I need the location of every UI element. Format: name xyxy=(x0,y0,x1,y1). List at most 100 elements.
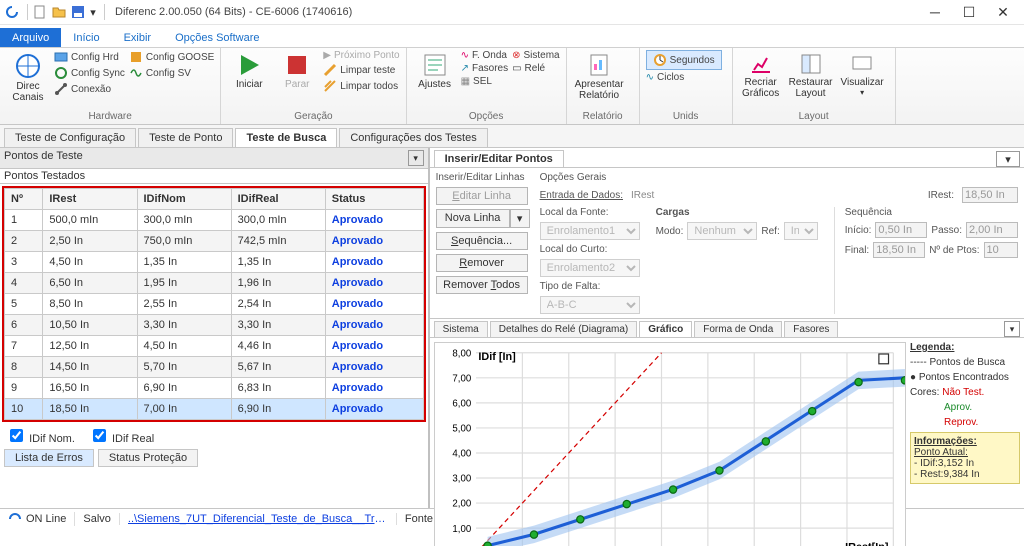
maximize-button[interactable]: ☐ xyxy=(952,0,986,24)
tab-status-protecao[interactable]: Status Proteção xyxy=(98,449,198,467)
menu-opcoes[interactable]: Opções Software xyxy=(163,28,271,47)
svg-text:IRest[In]: IRest[In] xyxy=(845,542,889,546)
sequencia-button[interactable]: Sequência... xyxy=(436,232,528,250)
ciclos-button[interactable]: ∿Ciclos xyxy=(646,72,722,83)
section-linhas: Inserir/Editar Linhas xyxy=(436,172,528,183)
config-hrd[interactable]: Config Hrd xyxy=(54,50,125,64)
table-row[interactable]: 22,50 In750,0 mIn742,5 mInAprovado xyxy=(5,231,424,252)
parar-button[interactable]: Parar xyxy=(275,50,319,92)
apresentar-relatorio[interactable]: Apresentar Relatório xyxy=(573,50,626,103)
table-row[interactable]: 916,50 In6,90 In6,83 InAprovado xyxy=(5,378,424,399)
status-salvo: Salvo xyxy=(75,513,120,525)
table-row[interactable]: 1500,0 mIn300,0 mIn300,0 mInAprovado xyxy=(5,210,424,231)
gtab-detalhes[interactable]: Detalhes do Relé (Diagrama) xyxy=(490,321,638,337)
table-row[interactable]: 1018,50 In7,00 In6,90 InAprovado xyxy=(5,399,424,420)
visualizar[interactable]: Visualizar▾ xyxy=(839,50,886,99)
status-path[interactable]: ..\Siemens_7UT_Diferencial_Teste_de_Busc… xyxy=(120,513,397,525)
editar-linha-button: EEditar Linhaditar Linha xyxy=(436,187,528,205)
menu-inicio[interactable]: Início xyxy=(61,28,111,47)
close-button[interactable]: ✕ xyxy=(986,0,1020,24)
col-idifnom[interactable]: IDifNom xyxy=(137,189,231,210)
table-row[interactable]: 712,50 In4,50 In4,46 InAprovado xyxy=(5,336,424,357)
new-file-icon[interactable] xyxy=(32,4,48,20)
tipo-falta-label: Tipo de Falta: xyxy=(540,281,640,292)
f-onda[interactable]: ∿F. Onda xyxy=(461,50,509,61)
remover-button[interactable]: Remover xyxy=(436,254,528,272)
tab-teste-busca[interactable]: Teste de Busca xyxy=(235,128,337,147)
conexao[interactable]: Conexão xyxy=(54,82,125,96)
proximo-ponto[interactable]: ▶Próximo Ponto xyxy=(323,50,399,61)
nova-linha-dropdown[interactable]: ▾ xyxy=(510,209,530,228)
window-title: Diferenc 2.00.050 (64 Bits) - CE-6006 (1… xyxy=(115,6,352,18)
col-idifreal[interactable]: IDifReal xyxy=(231,189,325,210)
tab-teste-config[interactable]: Teste de Configuração xyxy=(4,128,136,147)
rele[interactable]: ▭Relé xyxy=(512,63,560,74)
chart-plot[interactable]: 0,001,002,003,004,005,006,007,008,002,00… xyxy=(434,342,906,546)
group-unids: Unids xyxy=(646,111,726,122)
sistema[interactable]: ⊗Sistema xyxy=(512,50,560,61)
config-goose[interactable]: Config GOOSE xyxy=(129,50,214,64)
remover-todos-button[interactable]: Remover Todos xyxy=(436,276,528,294)
tab-lista-erros[interactable]: Lista de Erros xyxy=(4,449,94,467)
open-folder-icon[interactable] xyxy=(51,4,67,20)
group-layout: Layout xyxy=(739,111,889,122)
local-curto-select: Enrolamento2 xyxy=(540,259,640,277)
collapse-icon[interactable]: ▾ xyxy=(996,151,1020,167)
chk-idif-nom[interactable]: IDif Nom. xyxy=(6,426,75,445)
legend-busca: ----- Pontos de Busca xyxy=(910,357,1020,368)
restaurar-layout[interactable]: Restaurar Layout xyxy=(787,50,835,101)
entrada-dados-value: IRest xyxy=(631,190,654,201)
iniciar-button[interactable]: Iniciar xyxy=(227,50,271,92)
svg-text:8,00: 8,00 xyxy=(452,348,471,359)
gtab-grafico[interactable]: Gráfico xyxy=(639,321,692,337)
sel[interactable]: ▦SEL xyxy=(461,76,509,87)
refresh-icon[interactable] xyxy=(4,4,20,20)
legend-aprov: Aprov. xyxy=(910,402,1020,413)
segundos-button[interactable]: Segundos xyxy=(646,50,722,70)
dropdown-icon[interactable]: ▾ xyxy=(89,4,97,20)
group-geracao: Geração xyxy=(227,111,399,122)
info-box: Informações: Ponto Atual: - IDif:3,152 I… xyxy=(910,432,1020,484)
table-row[interactable]: 34,50 In1,35 In1,35 InAprovado xyxy=(5,252,424,273)
table-row[interactable]: 814,50 In5,70 In5,67 InAprovado xyxy=(5,357,424,378)
minimize-button[interactable]: ─ xyxy=(918,0,952,24)
table-row[interactable]: 610,50 In3,30 In3,30 InAprovado xyxy=(5,315,424,336)
menu-exibir[interactable]: Exibir xyxy=(112,28,164,47)
menu-arquivo[interactable]: Arquivo xyxy=(0,28,61,47)
gtab-forma-onda[interactable]: Forma de Onda xyxy=(694,321,782,337)
recriar-graficos[interactable]: Recriar Gráficos xyxy=(739,50,783,101)
passo-input xyxy=(966,222,1018,238)
limpar-teste[interactable]: Limpar teste xyxy=(323,63,399,77)
tipo-falta-select: A-B-C xyxy=(540,296,640,314)
group-relatorio: Relatório xyxy=(573,111,633,122)
chk-idif-real[interactable]: IDif Real xyxy=(89,426,154,445)
config-sync[interactable]: Config Sync xyxy=(54,66,125,80)
direc-canais-button[interactable]: Direc Canais xyxy=(6,50,50,105)
direc-icon xyxy=(14,52,42,80)
ref-select: In xyxy=(784,222,818,240)
collapse-icon[interactable]: ▾ xyxy=(408,150,424,166)
config-sv[interactable]: Config SV xyxy=(129,66,214,80)
table-row[interactable]: 46,50 In1,95 In1,96 InAprovado xyxy=(5,273,424,294)
table-row[interactable]: 58,50 In2,55 In2,54 InAprovado xyxy=(5,294,424,315)
limpar-todos[interactable]: Limpar todos xyxy=(323,79,399,93)
gtab-fasores[interactable]: Fasores xyxy=(784,321,838,337)
tab-teste-ponto[interactable]: Teste de Ponto xyxy=(138,128,233,147)
svg-text:5,00: 5,00 xyxy=(452,424,471,435)
right-panel-tab[interactable]: Inserir/Editar Pontos xyxy=(434,150,564,167)
save-icon[interactable] xyxy=(70,4,86,20)
entrada-dados-label: Entrada de Dados: xyxy=(540,190,623,201)
fasores[interactable]: ↗Fasores xyxy=(461,63,509,74)
group-opcoes: Opções xyxy=(413,111,560,122)
irest-label: IRest: xyxy=(928,190,954,201)
gtab-sistema[interactable]: Sistema xyxy=(434,321,488,337)
tab-config-testes[interactable]: Configurações dos Testes xyxy=(339,128,487,147)
irest-input xyxy=(962,187,1018,203)
nova-linha-button[interactable]: Nova Linha xyxy=(436,209,510,228)
col-status[interactable]: Status xyxy=(325,189,423,210)
ajustes-button[interactable]: Ajustes xyxy=(413,50,457,92)
status-online[interactable]: ON Line xyxy=(0,512,75,526)
col-irest[interactable]: IRest xyxy=(43,189,137,210)
col-no[interactable]: Nº xyxy=(5,189,43,210)
collapse-icon[interactable]: ▾ xyxy=(1004,321,1020,337)
